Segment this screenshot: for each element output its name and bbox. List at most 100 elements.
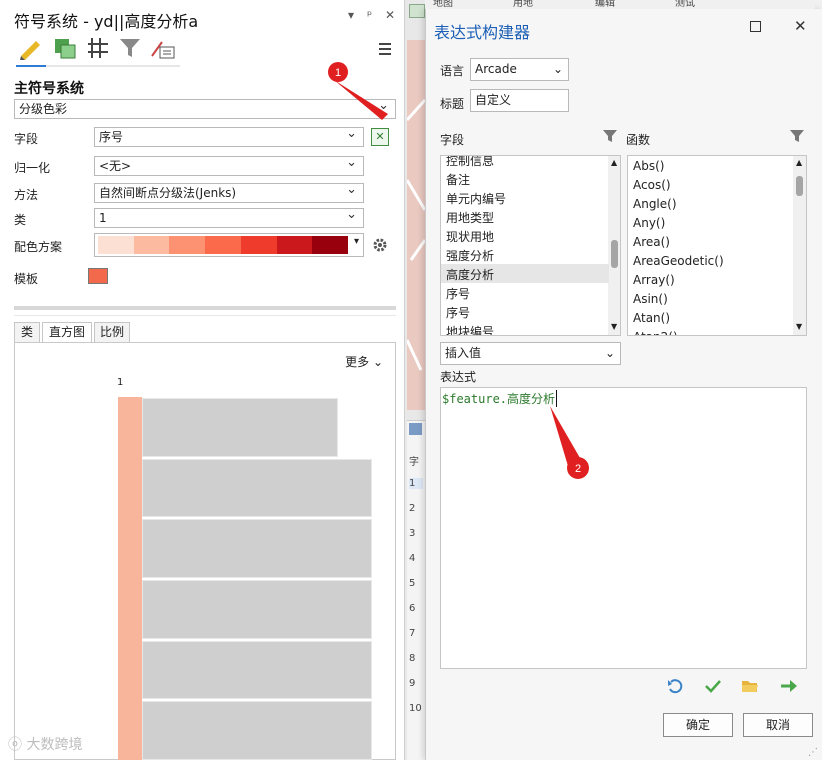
functions-scrollbar[interactable]: ▲ ▼ xyxy=(793,156,806,335)
function-list-item[interactable]: Atan() xyxy=(633,311,670,325)
histogram-bar xyxy=(142,580,372,639)
class-break-label: 1 xyxy=(117,377,124,388)
expression-text: $feature.高度分析 xyxy=(442,390,558,407)
expression-builder-icon[interactable]: ✕ xyxy=(371,128,389,146)
bg-tab-test[interactable]: 测试 xyxy=(675,0,695,9)
display-filter-icon[interactable] xyxy=(150,36,176,60)
field-list-item[interactable]: 用地类型 xyxy=(446,209,494,226)
watermark: ⓞ 大数跨境 xyxy=(8,737,83,753)
undo-icon[interactable] xyxy=(666,677,684,698)
histogram-bar xyxy=(142,458,372,518)
insert-value-dropdown[interactable]: 插入值 ⌄ xyxy=(440,342,621,365)
insert-value-label: 插入值 xyxy=(445,346,482,360)
ramp-swatch xyxy=(169,236,206,254)
functions-scroll-thumb[interactable] xyxy=(796,176,803,196)
field-list-item[interactable]: 现状用地 xyxy=(446,228,494,245)
resize-grip-icon[interactable]: ⋰ xyxy=(808,747,818,758)
histogram-panel: 更多 ⌄ 1 xyxy=(14,342,396,760)
fields-scrollbar[interactable]: ▲ ▼ xyxy=(608,156,620,335)
caret-icon: ▾ xyxy=(353,236,359,247)
class-color-bar xyxy=(118,397,142,760)
classes-dropdown[interactable]: 1 xyxy=(94,208,364,228)
field-dropdown[interactable]: 序号 xyxy=(94,127,364,147)
language-label: 语言 xyxy=(440,64,465,78)
field-list-item[interactable]: 高度分析 xyxy=(446,266,494,283)
field-list-item[interactable]: 地块编号 xyxy=(446,323,494,335)
row-number: 9 xyxy=(409,678,416,689)
scroll-down-icon[interactable]: ▼ xyxy=(796,322,802,331)
function-list-item[interactable]: Angle() xyxy=(633,197,677,211)
expression-label: 表达式 xyxy=(440,370,477,384)
functions-label: 函数 xyxy=(626,133,651,147)
field-list-item[interactable]: 序号 xyxy=(446,285,470,302)
fields-scroll-thumb[interactable] xyxy=(611,240,618,268)
color-scheme-dropdown[interactable]: ▾ xyxy=(94,233,364,257)
ok-button[interactable]: 确定 xyxy=(663,713,733,737)
ramp-swatch xyxy=(133,236,170,254)
row-number: 4 xyxy=(409,553,416,564)
method-dropdown[interactable]: 自然间断点分级法(Jenks) xyxy=(94,183,364,203)
filter-icon[interactable] xyxy=(118,36,144,60)
function-list-item[interactable]: Atan2() xyxy=(633,330,678,335)
title-input[interactable]: 自定义 xyxy=(470,89,569,112)
vary-symbology-icon[interactable] xyxy=(52,36,78,60)
field-list-item[interactable]: 控制信息 xyxy=(446,156,494,169)
verify-icon[interactable] xyxy=(704,677,722,698)
annotation-2-label: 2 xyxy=(575,463,581,475)
function-list-item[interactable]: Asin() xyxy=(633,292,668,306)
tab-classes[interactable]: 类 xyxy=(14,322,40,343)
more-label: 更多 xyxy=(345,355,370,369)
scroll-up-icon[interactable]: ▲ xyxy=(796,158,802,167)
pin-icon[interactable]: ᵖ xyxy=(367,8,372,22)
chevron-down-icon[interactable]: ▾ xyxy=(348,8,354,22)
functions-filter-icon[interactable] xyxy=(789,128,805,147)
maximize-icon[interactable] xyxy=(750,21,761,32)
annotation-1-label: 1 xyxy=(335,67,341,79)
close-icon[interactable]: ✕ xyxy=(794,17,807,35)
fields-filter-icon[interactable] xyxy=(602,128,618,147)
fields-list[interactable]: ▲ ▼ 控制信息 备注 单元内编号 用地类型 现状用地 强度分析 高度分析 序号 序号 地块编号 xyxy=(440,155,621,336)
field-list-item[interactable]: 备注 xyxy=(446,171,470,188)
tab-scale[interactable]: 比例 xyxy=(94,322,130,343)
function-list-item[interactable]: Abs() xyxy=(633,159,664,173)
function-list-item[interactable]: Array() xyxy=(633,273,675,287)
function-list-item[interactable]: Area() xyxy=(633,235,670,249)
gear-icon[interactable] xyxy=(371,236,389,257)
field-list-item[interactable]: 强度分析 xyxy=(446,247,494,264)
function-list-item[interactable]: Any() xyxy=(633,216,665,230)
label-classes-icon[interactable] xyxy=(86,36,112,60)
close-icon[interactable]: ✕ xyxy=(385,8,395,22)
ramp-swatch xyxy=(205,236,242,254)
functions-list[interactable]: ▲ ▼ Abs() Acos() Angle() Any() Area() AreaGeo… xyxy=(627,155,807,336)
scroll-up-icon[interactable]: ▲ xyxy=(611,158,617,167)
bg-tab-map[interactable]: 地图 xyxy=(433,0,453,9)
bg-tab-edit[interactable]: 编辑 xyxy=(595,0,615,9)
chevron-down-icon: ⌄ xyxy=(552,62,563,76)
more-button[interactable]: 更多 ⌄ xyxy=(345,353,383,370)
expression-builder-dialog: 表达式构建器 ✕ 语言 Arcade ⌄ 标题 自定义 字段 函数 ▲ ▼ 控制信… xyxy=(425,9,822,760)
folder-icon[interactable] xyxy=(741,678,759,697)
dialog-title: 表达式构建器 xyxy=(434,23,531,42)
function-list-item[interactable]: AreaGeodetic() xyxy=(633,254,724,268)
template-label: 模板 xyxy=(14,272,39,286)
bg-tab-landuse[interactable]: 用地 xyxy=(513,0,533,9)
expression-editor[interactable]: $feature.高度分析 xyxy=(440,387,807,669)
field-list-item[interactable]: 单元内编号 xyxy=(446,190,506,207)
cancel-button[interactable]: 取消 xyxy=(743,713,813,737)
splitter[interactable] xyxy=(14,306,396,316)
row-number: 3 xyxy=(409,528,416,539)
function-list-item[interactable]: Acos() xyxy=(633,178,671,192)
tab-histogram[interactable]: 直方图 xyxy=(42,322,92,343)
normalization-label: 归一化 xyxy=(14,161,51,175)
template-symbol[interactable] xyxy=(88,268,108,284)
color-ramp xyxy=(98,236,349,254)
scroll-down-icon[interactable]: ▼ xyxy=(611,322,617,331)
normalization-dropdown[interactable]: <无> xyxy=(94,156,364,176)
field-list-item[interactable]: 序号 xyxy=(446,304,470,321)
menu-icon[interactable] xyxy=(378,42,392,59)
primary-symbology-icon[interactable] xyxy=(18,36,44,60)
arrow-right-icon[interactable] xyxy=(779,677,799,698)
language-value: Arcade xyxy=(475,62,517,76)
row-number: 8 xyxy=(409,653,416,664)
language-dropdown[interactable]: Arcade ⌄ xyxy=(470,58,569,81)
